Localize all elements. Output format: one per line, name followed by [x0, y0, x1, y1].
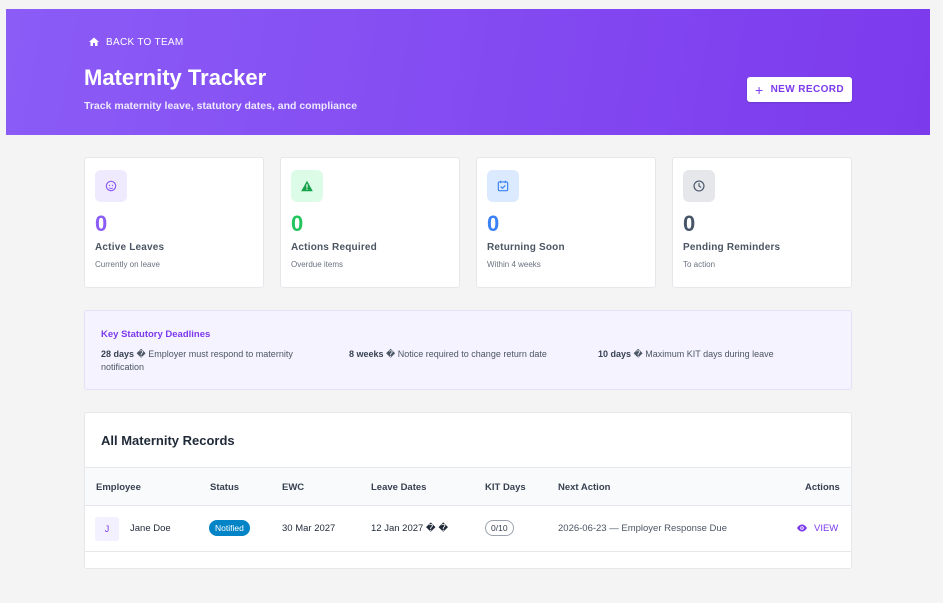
new-record-button[interactable]: + NEW RECORD — [747, 77, 852, 102]
status-badge: Notified — [209, 520, 250, 536]
statutory-deadlines-panel: Key Statutory Deadlines 28 days � Employ… — [84, 310, 852, 390]
back-to-team-label: BACK TO TEAM — [106, 36, 184, 48]
next-action: 2026-06-23 — Employer Response Due — [558, 523, 727, 534]
table-header: Employee Status EWC Leave Dates KIT Days… — [85, 467, 851, 506]
new-record-label: NEW RECORD — [770, 84, 845, 95]
page-title: Maternity Tracker — [84, 65, 267, 90]
maternity-records-panel: All Maternity Records Employee Status EW… — [84, 412, 852, 569]
column-header-actions: Actions — [805, 482, 840, 493]
warning-icon — [291, 170, 323, 202]
stat-sublabel: Overdue items — [291, 260, 344, 269]
view-label: VIEW — [814, 522, 839, 534]
stat-label: Returning Soon — [487, 242, 565, 253]
stat-label: Active Leaves — [95, 242, 165, 253]
stat-card-actions-required: 0 Actions Required Overdue items — [280, 157, 460, 288]
records-title: All Maternity Records — [101, 433, 235, 448]
column-header-next-action[interactable]: Next Action — [558, 482, 610, 493]
column-header-ewc[interactable]: EWC — [282, 482, 304, 493]
calendar-check-icon — [487, 170, 519, 202]
employee-name: Jane Doe — [130, 523, 171, 534]
stat-sublabel: Within 4 weeks — [487, 260, 541, 269]
clock-icon — [683, 170, 715, 202]
kit-days-badge: 0/10 — [485, 520, 514, 536]
plus-icon: + — [754, 81, 764, 98]
avatar: J — [95, 517, 119, 541]
column-header-status[interactable]: Status — [210, 482, 239, 493]
stat-card-pending-reminders: 0 Pending Reminders To action — [672, 157, 852, 288]
column-header-employee[interactable]: Employee — [96, 482, 141, 493]
page-header: BACK TO TEAM Maternity Tracker Track mat… — [6, 9, 930, 135]
stat-sublabel: To action — [683, 260, 716, 269]
page-subtitle: Track maternity leave, statutory dates, … — [84, 100, 358, 112]
stat-value: 0 — [487, 211, 500, 236]
eye-icon — [797, 524, 807, 532]
stat-card-returning-soon: 0 Returning Soon Within 4 weeks — [476, 157, 656, 288]
stat-card-active-leaves: 0 Active Leaves Currently on leave — [84, 157, 264, 288]
stat-value: 0 — [683, 211, 696, 236]
leave-dates: 12 Jan 2027 � � — [371, 523, 449, 534]
back-to-team-link[interactable]: BACK TO TEAM — [88, 36, 184, 48]
table-row[interactable]: J Jane Doe Notified 30 Mar 2027 12 Jan 2… — [85, 506, 851, 552]
view-record-button[interactable]: VIEW — [796, 522, 838, 534]
stat-label: Pending Reminders — [683, 242, 781, 253]
stat-value: 0 — [291, 211, 304, 236]
stat-sublabel: Currently on leave — [95, 260, 160, 269]
column-header-kit-days[interactable]: KIT Days — [485, 482, 526, 493]
stat-label: Actions Required — [291, 242, 377, 253]
deadlines-title: Key Statutory Deadlines — [101, 329, 211, 340]
deadline-item: 10 days � Maximum KIT days during leave — [598, 349, 774, 359]
baby-face-icon — [95, 170, 127, 202]
stat-value: 0 — [95, 211, 108, 236]
deadline-item: 28 days � Employer must respond to mater… — [101, 349, 293, 372]
ewc-date: 30 Mar 2027 — [282, 523, 336, 534]
column-header-leave-dates[interactable]: Leave Dates — [371, 482, 426, 493]
deadline-item: 8 weeks � Notice required to change retu… — [349, 349, 547, 359]
home-icon — [89, 37, 99, 46]
